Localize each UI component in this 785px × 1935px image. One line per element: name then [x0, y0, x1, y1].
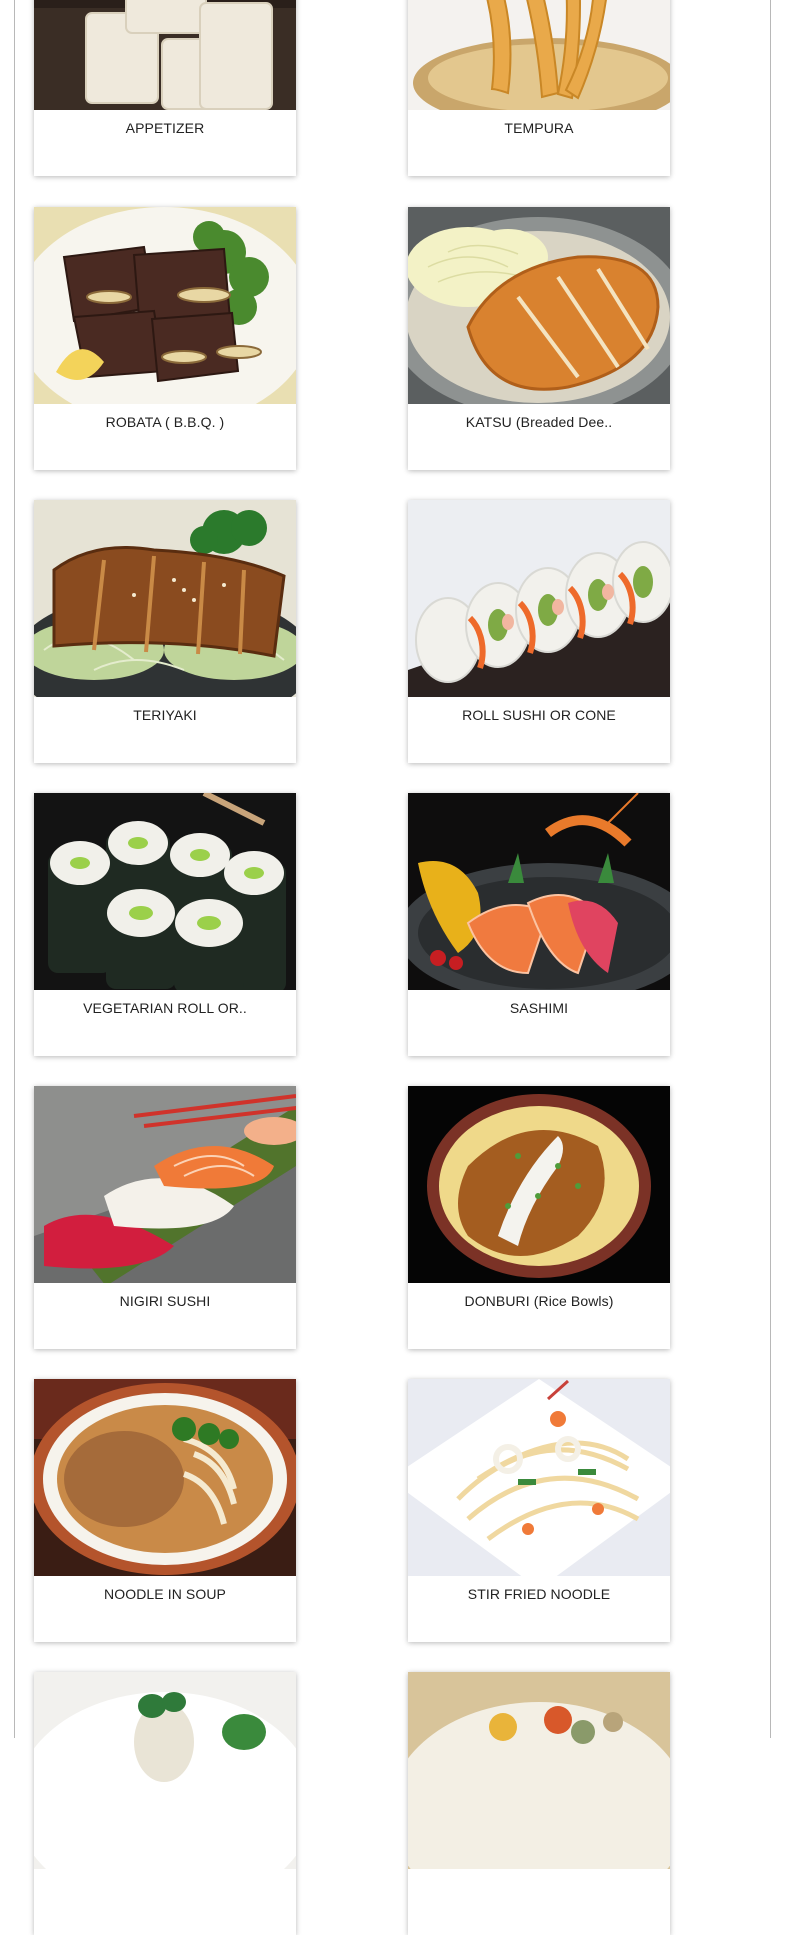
menu-card-label: VEGETARIAN ROLL OR.. [83, 1000, 247, 1016]
menu-card-label: ROBATA ( B.B.Q. ) [105, 414, 225, 430]
menu-card-label: DONBURI (Rice Bowls) [464, 1293, 614, 1309]
menu-card-stir-fried-noodle[interactable]: STIR FRIED NOODLE [408, 1379, 670, 1642]
menu-card-robata[interactable]: ROBATA ( B.B.Q. ) [34, 207, 296, 470]
menu-card-label: KATSU (Breaded Dee.. [465, 414, 613, 430]
roll-sushi-photo [408, 500, 670, 697]
menu-card-sashimi[interactable]: SASHIMI [408, 793, 670, 1056]
menu-card-roll-sushi[interactable]: ROLL SUSHI OR CONE [408, 500, 670, 763]
menu-card-appetizer[interactable]: APPETIZER [34, 0, 296, 176]
menu-card-tempura[interactable]: TEMPURA [408, 0, 670, 176]
donburi-photo [408, 1086, 670, 1283]
menu-card-noodle-soup[interactable]: NOODLE IN SOUP [34, 1379, 296, 1642]
teriyaki-photo [34, 500, 296, 697]
menu-card-label: SASHIMI [509, 1000, 569, 1016]
appetizer-photo [34, 0, 296, 110]
veggie-roll-photo [34, 793, 296, 990]
udon-photo [34, 1379, 296, 1576]
menu-card-label: STIR FRIED NOODLE [467, 1586, 611, 1602]
menu-card-vegetarian-roll[interactable]: VEGETARIAN ROLL OR.. [34, 793, 296, 1056]
nigiri-photo [34, 1086, 296, 1283]
menu-card-label: NOODLE IN SOUP [104, 1586, 226, 1602]
yakisoba-photo [408, 1379, 670, 1576]
menu-card-label: APPETIZER [125, 120, 205, 136]
bento-photo [408, 1672, 670, 1869]
tempura-photo [408, 0, 670, 110]
menu-card-roll[interactable] [34, 1672, 296, 1935]
menu-card-label: TERIYAKI [133, 707, 197, 723]
menu-card-bento[interactable] [408, 1672, 670, 1935]
sushi-roll-photo [34, 1672, 296, 1869]
bbq-ribs-photo [34, 207, 296, 404]
menu-card-donburi[interactable]: DONBURI (Rice Bowls) [408, 1086, 670, 1349]
menu-card-nigiri[interactable]: NIGIRI SUSHI [34, 1086, 296, 1349]
sashimi-photo [408, 793, 670, 990]
menu-card-label: NIGIRI SUSHI [119, 1293, 211, 1309]
menu-card-teriyaki[interactable]: TERIYAKI [34, 500, 296, 763]
menu-card-label: TEMPURA [504, 120, 574, 136]
katsu-photo [408, 207, 670, 404]
menu-card-label: ROLL SUSHI OR CONE [462, 707, 616, 723]
menu-card-katsu[interactable]: KATSU (Breaded Dee.. [408, 207, 670, 470]
